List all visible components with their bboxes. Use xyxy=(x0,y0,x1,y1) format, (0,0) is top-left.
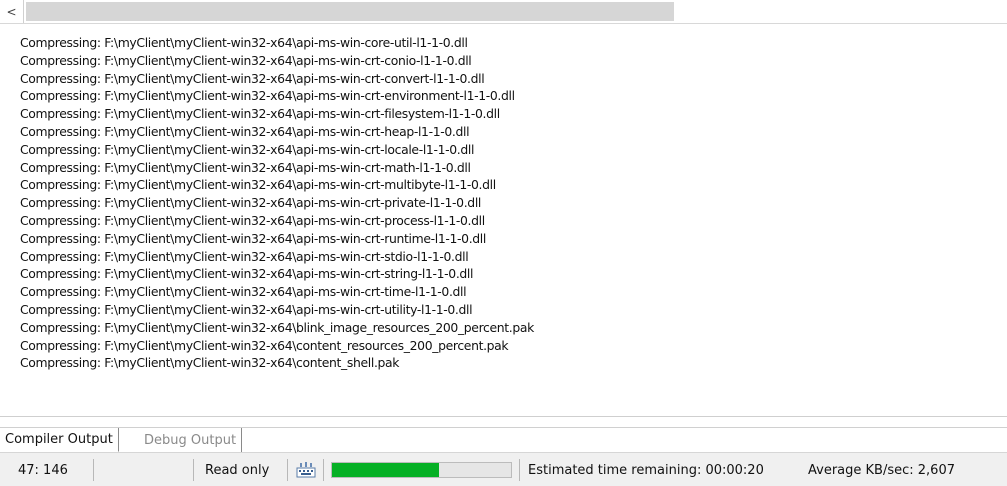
status-separator xyxy=(519,459,520,481)
log-line: Compressing: F:\myClient\myClient-win32-… xyxy=(20,106,500,122)
estimated-time-remaining: Estimated time remaining: 00:00:20 xyxy=(528,462,764,478)
status-separator xyxy=(93,459,94,481)
output-tabs: Compiler Output Debug Output xyxy=(0,427,1007,452)
log-line: Compressing: F:\myClient\myClient-win32-… xyxy=(20,212,485,228)
tab-debug-output[interactable]: Debug Output xyxy=(139,428,243,452)
tab-compiler-output-label: Compiler Output xyxy=(5,432,113,447)
chevron-left-icon: < xyxy=(6,4,17,19)
log-line: Compressing: F:\myClient\myClient-win32-… xyxy=(20,355,400,371)
cursor-position: 47: 146 xyxy=(18,462,68,478)
log-line: Compressing: F:\myClient\myClient-win32-… xyxy=(20,35,468,50)
status-separator xyxy=(323,459,324,481)
log-divider xyxy=(0,416,1007,417)
progress-fill xyxy=(332,463,440,477)
average-speed: Average KB/sec: 2,607 xyxy=(808,462,955,478)
log-line: Compressing: F:\myClient\myClient-win32-… xyxy=(20,230,486,246)
status-separator xyxy=(287,459,288,481)
keyboard-icon xyxy=(296,462,316,478)
horizontal-scrollbar[interactable]: < xyxy=(0,0,1007,24)
log-line: Compressing: F:\myClient\myClient-win32-… xyxy=(20,141,475,157)
log-line: Compressing: F:\myClient\myClient-win32-… xyxy=(20,301,473,317)
status-bar: 47: 146 Read only Estimated time remaini… xyxy=(0,452,1007,486)
log-line: Compressing: F:\myClient\myClient-win32-… xyxy=(20,177,496,193)
read-only-indicator: Read only xyxy=(205,462,270,478)
status-separator xyxy=(193,459,194,481)
log-line: Compressing: F:\myClient\myClient-win32-… xyxy=(20,159,471,175)
log-line: Compressing: F:\myClient\myClient-win32-… xyxy=(20,248,469,264)
tab-debug-output-label: Debug Output xyxy=(144,432,237,448)
log-line: Compressing: F:\myClient\myClient-win32-… xyxy=(20,284,467,300)
compiler-window: < Compressing: F:\myClient\myClient-win3… xyxy=(0,0,1007,486)
compiler-output-log[interactable]: Compressing: F:\myClient\myClient-win32-… xyxy=(0,34,1007,408)
scroll-left-button[interactable]: < xyxy=(0,0,24,23)
log-line: Compressing: F:\myClient\myClient-win32-… xyxy=(20,195,482,211)
log-line: Compressing: F:\myClient\myClient-win32-… xyxy=(20,266,474,282)
log-line: Compressing: F:\myClient\myClient-win32-… xyxy=(20,88,515,104)
log-line: Compressing: F:\myClient\myClient-win32-… xyxy=(20,319,534,335)
log-line: Compressing: F:\myClient\myClient-win32-… xyxy=(20,70,485,86)
log-line: Compressing: F:\myClient\myClient-win32-… xyxy=(20,337,509,353)
log-line: Compressing: F:\myClient\myClient-win32-… xyxy=(20,123,470,139)
scrollbar-thumb[interactable] xyxy=(26,2,674,21)
log-line: Compressing: F:\myClient\myClient-win32-… xyxy=(20,52,472,68)
tab-compiler-output[interactable]: Compiler Output xyxy=(0,428,119,452)
compression-progress-bar xyxy=(331,462,512,478)
